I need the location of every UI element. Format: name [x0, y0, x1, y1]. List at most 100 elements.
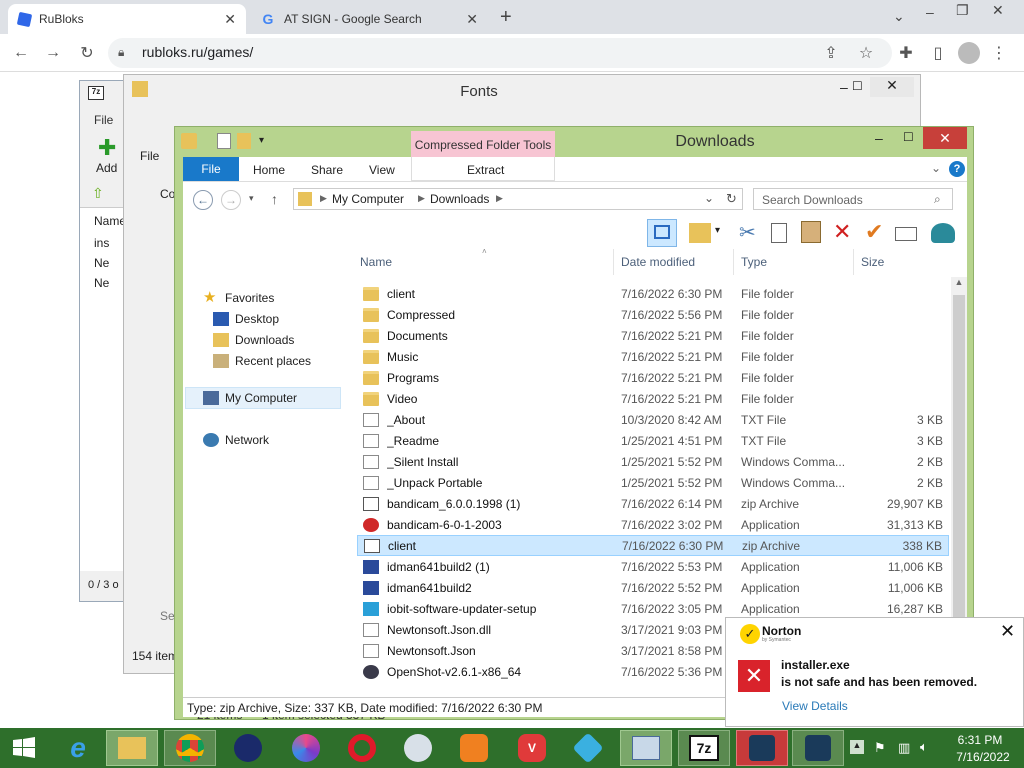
search-icon[interactable]: ⌕: [934, 192, 941, 207]
nav-network[interactable]: Network: [203, 433, 269, 447]
app-button[interactable]: [392, 730, 444, 766]
recent-locations-dropdown-icon[interactable]: ▾: [249, 193, 254, 204]
bookmark-star-icon[interactable]: ☆: [855, 42, 877, 64]
table-row[interactable]: iobit-software-updater-setup 7/16/2022 3:…: [357, 598, 949, 619]
properties-icon[interactable]: [895, 227, 917, 241]
close-tab-icon[interactable]: ✕: [466, 11, 478, 28]
quick-access-dropdown-icon[interactable]: ▾: [259, 135, 264, 146]
breadcrumb-downloads[interactable]: Downloads: [430, 192, 489, 206]
properties-icon[interactable]: [217, 133, 231, 149]
cut-scissors-icon[interactable]: ✂: [739, 220, 756, 245]
column-divider[interactable]: [853, 249, 854, 275]
list-item[interactable]: ins: [94, 236, 109, 250]
name-column-header[interactable]: Name: [94, 214, 126, 228]
table-row[interactable]: _Unpack Portable 1/25/2021 5:52 PM Windows…: [357, 472, 949, 493]
back-arrow-icon[interactable]: ←: [10, 42, 32, 64]
column-size[interactable]: Size: [861, 255, 884, 269]
nav-desktop[interactable]: Desktop: [213, 312, 279, 326]
nav-recent-places[interactable]: Recent places: [213, 354, 311, 368]
close-window-icon[interactable]: ✕: [923, 127, 967, 149]
sevenzip-button[interactable]: 7z: [678, 730, 730, 766]
share-icon[interactable]: ⇪: [820, 42, 842, 64]
globe-icon[interactable]: [931, 223, 955, 243]
app-button[interactable]: [222, 730, 274, 766]
minimize-icon[interactable]: –: [926, 4, 934, 20]
minimize-icon[interactable]: –: [840, 79, 848, 95]
add-plus-icon[interactable]: ✚: [98, 135, 116, 161]
options-dropdown-icon[interactable]: ▾: [715, 225, 720, 236]
file-tab[interactable]: File: [140, 149, 159, 163]
view-details-link[interactable]: View Details: [782, 699, 848, 713]
column-date-modified[interactable]: Date modified: [621, 255, 695, 269]
volume-icon[interactable]: 🔈︎: [920, 739, 928, 755]
up-arrow-icon[interactable]: ↑: [271, 191, 278, 207]
back-arrow-icon[interactable]: ←: [193, 190, 213, 210]
close-tab-icon[interactable]: ✕: [224, 11, 236, 28]
tab-google-search[interactable]: G AT SIGN - Google Search ✕: [250, 4, 488, 34]
list-item[interactable]: Ne: [94, 256, 109, 270]
paste-clipboard-icon[interactable]: [801, 221, 821, 243]
table-row[interactable]: _Readme 1/25/2021 4:51 PM TXT File 3 KB: [357, 430, 949, 451]
up-folder-icon[interactable]: ⇧: [92, 185, 104, 202]
close-window-icon[interactable]: ✕: [992, 2, 1004, 19]
reload-icon[interactable]: ↻: [76, 42, 98, 64]
table-row[interactable]: Documents 7/16/2022 5:21 PM File folder: [357, 325, 949, 346]
column-divider[interactable]: [733, 249, 734, 275]
new-tab-button[interactable]: +: [500, 6, 512, 29]
table-row[interactable]: bandicam-6-0-1-2003 7/16/2022 3:02 PM Appl…: [357, 514, 949, 535]
extensions-puzzle-icon[interactable]: ✚: [895, 42, 917, 64]
nav-favorites[interactable]: ★ Favorites: [203, 290, 274, 305]
profile-avatar[interactable]: [958, 42, 980, 64]
table-row[interactable]: client 7/16/2022 6:30 PM File folder: [357, 283, 949, 304]
table-row[interactable]: Music 7/16/2022 5:21 PM File folder: [357, 346, 949, 367]
clock-time[interactable]: 6:31 PM: [950, 733, 1010, 747]
table-row[interactable]: bandicam_6.0.0.1998 (1) 7/16/2022 6:14 PM…: [357, 493, 949, 514]
tab-rubloks[interactable]: RuBloks ✕: [8, 4, 246, 34]
delete-x-icon[interactable]: ✕: [833, 219, 851, 245]
new-folder-icon[interactable]: [237, 133, 251, 149]
url-text[interactable]: rubloks.ru/games/: [142, 44, 253, 60]
app-button[interactable]: [562, 730, 614, 766]
column-divider[interactable]: [613, 249, 614, 275]
tab-file[interactable]: File: [183, 157, 239, 181]
column-name[interactable]: Name: [360, 255, 392, 269]
control-panel-button[interactable]: [620, 730, 672, 766]
restore-icon[interactable]: ❐: [956, 2, 969, 19]
refresh-icon[interactable]: ↻: [726, 191, 737, 207]
app-button[interactable]: [792, 730, 844, 766]
folder-options-icon[interactable]: [689, 223, 711, 243]
maximize-icon[interactable]: ☐: [903, 130, 914, 144]
app-button[interactable]: [280, 730, 332, 766]
internet-explorer-button[interactable]: e: [52, 730, 104, 766]
table-row[interactable]: Programs 7/16/2022 5:21 PM File folder: [357, 367, 949, 388]
opera-button[interactable]: [336, 730, 388, 766]
close-notification-icon[interactable]: ✕: [1000, 621, 1015, 642]
tab-search-chevron-icon[interactable]: ⌄: [893, 8, 905, 25]
nav-my-computer[interactable]: My Computer: [203, 391, 297, 405]
tab-home[interactable]: Home: [253, 163, 285, 177]
file-explorer-button[interactable]: [106, 730, 158, 766]
address-dropdown-icon[interactable]: ⌄: [704, 191, 714, 205]
scroll-up-arrow-icon[interactable]: ▲: [951, 277, 967, 287]
forward-arrow-icon[interactable]: →: [221, 190, 241, 210]
table-row[interactable]: Video 7/16/2022 5:21 PM File folder: [357, 388, 949, 409]
uc-browser-button[interactable]: [448, 730, 500, 766]
add-button-label[interactable]: Add: [96, 161, 117, 175]
list-item[interactable]: Ne: [94, 276, 109, 290]
table-row[interactable]: _Silent Install 1/25/2021 5:52 PM Windows …: [357, 451, 949, 472]
show-hidden-icons-icon[interactable]: ▲: [850, 740, 864, 754]
preview-pane-button[interactable]: [647, 219, 677, 247]
table-row[interactable]: idman641build2 7/16/2022 5:52 PM Applicati…: [357, 577, 949, 598]
tab-share[interactable]: Share: [311, 163, 343, 177]
side-panel-icon[interactable]: ▯: [927, 42, 949, 64]
close-window-icon[interactable]: ✕: [870, 77, 914, 97]
tab-extract[interactable]: Extract: [467, 163, 504, 177]
nav-downloads[interactable]: Downloads: [213, 333, 294, 347]
minimize-icon[interactable]: –: [875, 130, 883, 146]
chrome-button[interactable]: [164, 730, 216, 766]
rename-check-icon[interactable]: ✔: [865, 219, 883, 245]
help-icon[interactable]: ?: [949, 161, 965, 177]
maximize-icon[interactable]: ☐: [852, 79, 863, 93]
table-row[interactable]: client 7/16/2022 6:30 PM zip Archive 338 KB: [357, 535, 949, 556]
forward-arrow-icon[interactable]: →: [42, 42, 64, 64]
